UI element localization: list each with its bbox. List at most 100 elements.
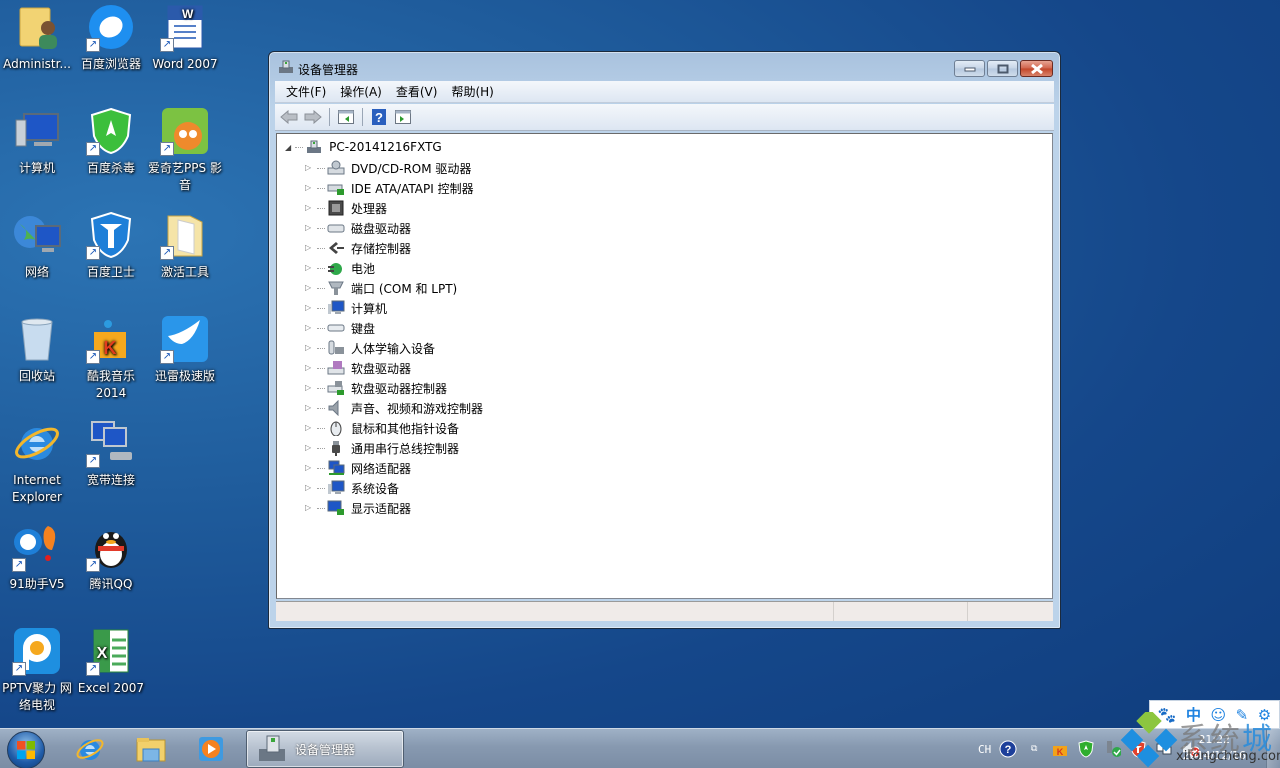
- usb-safe-remove-icon[interactable]: [1103, 740, 1122, 758]
- tree-item[interactable]: ▷ DVD/CD-ROM 驱动器: [305, 158, 483, 178]
- clock[interactable]: 21:22 2014/12/16: [1183, 732, 1246, 764]
- expand-icon[interactable]: ▷: [305, 504, 313, 512]
- desktop-icon-label: 百度杀毒: [86, 161, 135, 175]
- taskbar-ie-button[interactable]: [70, 732, 110, 766]
- kuwo-tray-icon[interactable]: K: [1051, 740, 1069, 758]
- tree-item[interactable]: ▷ 网络适配器: [305, 458, 483, 478]
- computer-root-icon: [305, 139, 323, 155]
- expand-icon[interactable]: ▷: [305, 204, 313, 212]
- expand-icon[interactable]: ▷: [305, 404, 313, 412]
- desktop-icon[interactable]: ↗ PPTV聚力 网络电视: [0, 626, 74, 714]
- ime-settings-button[interactable]: ⚙: [1258, 706, 1271, 724]
- desktop-icon[interactable]: ↗ 爱奇艺PPS 影音: [148, 106, 222, 194]
- desktop-icon[interactable]: K ↗ 酷我音乐 2014: [74, 314, 148, 402]
- expand-icon[interactable]: ▷: [305, 224, 313, 232]
- close-button[interactable]: [1020, 60, 1053, 77]
- menu-view[interactable]: 查看(V): [389, 83, 445, 100]
- baidu-guard-tray-icon[interactable]: [1129, 740, 1147, 758]
- expand-icon[interactable]: ▷: [305, 284, 313, 292]
- tree-item[interactable]: ▷ 磁盘驱动器: [305, 218, 483, 238]
- ime-paw-button[interactable]: 🐾: [1158, 706, 1177, 724]
- tree-item[interactable]: ▷ 键盘: [305, 318, 483, 338]
- tree-item[interactable]: ▷ 电池: [305, 258, 483, 278]
- desktop-icon[interactable]: W ↗ Word 2007: [148, 2, 222, 73]
- help-button[interactable]: ?: [369, 107, 389, 127]
- tree-item[interactable]: ▷ IDE ATA/ATAPI 控制器: [305, 178, 483, 198]
- ime-handwriting-button[interactable]: ✎: [1236, 706, 1249, 724]
- tree-item[interactable]: ▷ 通用串行总线控制器: [305, 438, 483, 458]
- taskbar-explorer-button[interactable]: [131, 732, 171, 766]
- network-tray-icon[interactable]: [1155, 740, 1173, 758]
- expand-icon[interactable]: ▷: [305, 264, 313, 272]
- desktop-icon[interactable]: ↗ 百度杀毒: [74, 106, 148, 177]
- tree-item[interactable]: ▷ 存储控制器: [305, 238, 483, 258]
- desktop-icon[interactable]: 回收站: [0, 314, 74, 385]
- expand-icon[interactable]: ▷: [305, 324, 313, 332]
- show-hide-console-tree-button[interactable]: [336, 107, 356, 127]
- expand-icon[interactable]: ▷: [305, 344, 313, 352]
- desktop-icon-label: 激活工具: [160, 265, 209, 279]
- desktop-icon[interactable]: ↗ 腾讯QQ: [74, 522, 148, 593]
- expand-icon[interactable]: ▷: [305, 444, 313, 452]
- shortcut-arrow-icon: ↗: [12, 558, 26, 572]
- tree-item[interactable]: ▷ 声音、视频和游戏控制器: [305, 398, 483, 418]
- desktop-icon[interactable]: ↗ 百度浏览器: [74, 2, 148, 73]
- tree-item[interactable]: ▷ 端口 (COM 和 LPT): [305, 278, 483, 298]
- desktop-icon[interactable]: Administr...: [0, 2, 74, 73]
- expand-icon[interactable]: ▷: [305, 184, 313, 192]
- collapse-icon[interactable]: ◢: [285, 143, 291, 152]
- language-help-icon[interactable]: ?: [999, 740, 1017, 758]
- desktop-icon[interactable]: ↗ 宽带连接: [74, 418, 148, 489]
- desktop-icon[interactable]: ↗ 迅雷极速版: [148, 314, 222, 385]
- device-tree[interactable]: ◢ PC-20141216FXTG ▷ DVD/CD-ROM 驱动器 ▷ IDE AT…: [276, 133, 1053, 599]
- maximize-button[interactable]: [987, 60, 1018, 77]
- tree-item[interactable]: ▷ 处理器: [305, 198, 483, 218]
- ime-emoji-button[interactable]: ☺: [1210, 706, 1226, 724]
- desktop-icon[interactable]: X ↗ Excel 2007: [74, 626, 148, 697]
- desktop-icon[interactable]: ↗ 激活工具: [148, 210, 222, 281]
- expand-icon[interactable]: ▷: [305, 464, 313, 472]
- start-button[interactable]: [7, 731, 45, 768]
- tree-item[interactable]: ▷ 软盘驱动器: [305, 358, 483, 378]
- forward-button[interactable]: [303, 107, 323, 127]
- minimize-button[interactable]: [954, 60, 985, 77]
- usb-icon: [327, 440, 345, 456]
- taskbar-media-player-button[interactable]: [191, 732, 231, 766]
- expand-icon[interactable]: ▷: [305, 244, 313, 252]
- language-indicator[interactable]: CH: [978, 743, 991, 756]
- show-hide-action-pane-button[interactable]: [393, 107, 413, 127]
- expand-icon[interactable]: ▷: [305, 484, 313, 492]
- menu-file[interactable]: 文件(F): [279, 83, 333, 100]
- shortcut-arrow-icon: ↗: [86, 246, 100, 260]
- tree-item[interactable]: ▷ 鼠标和其他指针设备: [305, 418, 483, 438]
- title-bar[interactable]: 设备管理器: [269, 52, 1060, 82]
- tree-item[interactable]: ▷ 计算机: [305, 298, 483, 318]
- tree-item[interactable]: ▷ 软盘驱动器控制器: [305, 378, 483, 398]
- desktop-icon[interactable]: 网络: [0, 210, 74, 281]
- back-button[interactable]: [279, 107, 299, 127]
- expand-icon[interactable]: ▷: [305, 364, 313, 372]
- show-desktop-button[interactable]: [1266, 729, 1280, 768]
- tree-item[interactable]: ▷ 系统设备: [305, 478, 483, 498]
- expand-icon[interactable]: ▷: [305, 424, 313, 432]
- baidu-antivirus-tray-icon[interactable]: [1077, 740, 1095, 758]
- menu-help[interactable]: 帮助(H): [444, 83, 500, 100]
- expand-icon[interactable]: ▷: [305, 384, 313, 392]
- task-label: 设备管理器: [295, 742, 356, 757]
- desktop-icon[interactable]: ↗ 百度卫士: [74, 210, 148, 281]
- tree-item[interactable]: ▷ 人体学输入设备: [305, 338, 483, 358]
- expand-icon[interactable]: ▷: [305, 304, 313, 312]
- tree-connector: [317, 227, 325, 229]
- show-hidden-icons-button[interactable]: ⧉: [1025, 740, 1043, 758]
- desktop-icon[interactable]: Internet Explorer: [0, 418, 74, 506]
- expand-icon[interactable]: ▷: [305, 164, 313, 172]
- tree-item[interactable]: ▷ 显示适配器: [305, 498, 483, 518]
- desktop-icon[interactable]: 计算机: [0, 106, 74, 177]
- tree-connector: [317, 427, 325, 429]
- tree-root[interactable]: ◢ PC-20141216FXTG: [285, 138, 442, 156]
- desktop-icon[interactable]: ↗ 91助手V5: [0, 522, 74, 593]
- ime-chinese-mode-button[interactable]: 中: [1186, 704, 1201, 725]
- menu-action[interactable]: 操作(A): [333, 83, 389, 100]
- taskbar-device-manager-button[interactable]: 设备管理器: [246, 730, 404, 768]
- windows-logo-icon: [17, 741, 35, 759]
